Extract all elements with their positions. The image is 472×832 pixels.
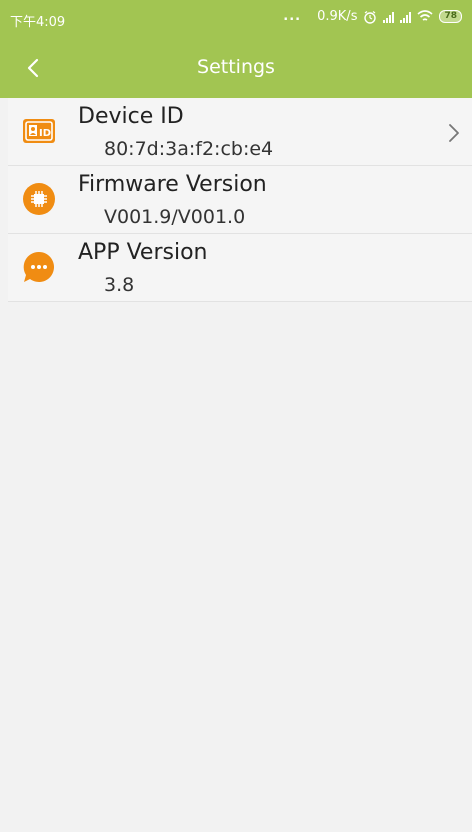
svg-text:ID: ID xyxy=(39,128,51,139)
signal-icon xyxy=(400,11,412,23)
signal-icon xyxy=(383,11,395,23)
chip-icon xyxy=(23,183,55,215)
battery-icon: 78 xyxy=(439,10,462,23)
settings-list: ID Device ID 80:7d:3a:f2:cb:e4 Firmware … xyxy=(8,98,472,302)
id-card-icon: ID xyxy=(23,119,55,143)
setting-title: Firmware Version xyxy=(78,172,267,197)
firmware-version-row: Firmware Version V001.9/V001.0 xyxy=(8,166,472,234)
setting-title: Device ID xyxy=(78,104,184,129)
status-time: 下午4:09 xyxy=(10,15,66,30)
chat-bubble-icon xyxy=(23,251,54,282)
setting-value: 80:7d:3a:f2:cb:e4 xyxy=(104,138,274,160)
page-title: Settings xyxy=(197,56,275,78)
app-header: Settings xyxy=(0,38,472,98)
network-speed: 0.9K/s xyxy=(317,9,358,24)
wifi-icon xyxy=(417,10,433,21)
device-id-row[interactable]: ID Device ID 80:7d:3a:f2:cb:e4 xyxy=(8,98,472,166)
chevron-right-icon xyxy=(449,124,459,142)
status-icons: ... 0.9K/s 78 xyxy=(283,9,462,24)
status-bar: 下午4:09 ... 0.9K/s 78 xyxy=(0,0,472,38)
setting-title: APP Version xyxy=(78,240,208,265)
app-version-row: APP Version 3.8 xyxy=(8,234,472,302)
setting-value: 3.8 xyxy=(104,274,135,296)
alarm-clock-icon xyxy=(364,10,377,24)
notification-dots-icon: ... xyxy=(283,9,302,24)
setting-value: V001.9/V001.0 xyxy=(104,206,246,228)
